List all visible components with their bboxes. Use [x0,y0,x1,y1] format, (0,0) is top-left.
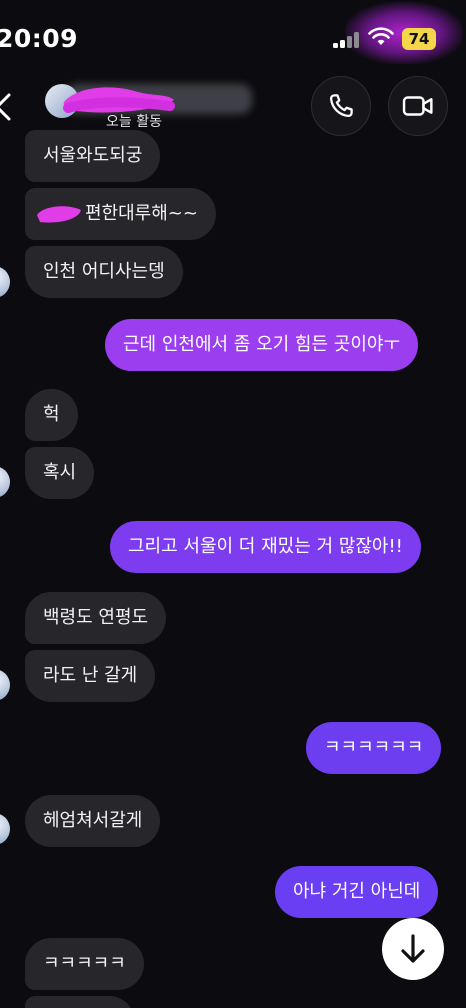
call-button[interactable] [311,76,371,136]
video-call-button[interactable] [388,76,448,136]
arrow-down-icon [401,934,425,963]
message-bubble-incoming[interactable]: 백령도 연평도 [25,592,167,644]
message-bubble-incoming[interactable]: 헉 [25,389,78,441]
signal-icon [333,32,363,48]
redaction-mark [37,206,81,223]
avatar[interactable] [0,266,10,298]
phone-icon [330,94,353,117]
message-bubble-outgoing[interactable]: ㅋㅋㅋㅋㅋㅋ [306,722,442,774]
status-bar: 20:09 74 [0,0,466,70]
message-bubble-incoming[interactable]: 혹시 [25,447,95,499]
battery-indicator: 74 [402,28,436,50]
message-bubble-incoming[interactable]: 인천 어디사는뎅 [25,246,183,298]
avatar[interactable] [0,466,10,498]
message-bubble-outgoing[interactable]: 그리고 서울이 더 재밌는 거 많잖아!! [110,521,421,573]
message-bubble-incoming[interactable]: 헤엄쳐서갈게 [25,795,161,847]
scroll-to-bottom-button[interactable] [382,918,444,980]
back-arrow-icon [0,93,11,121]
message-bubble-incoming-partial[interactable] [25,996,135,1008]
message-bubble-outgoing[interactable]: 아냐 거긴 아닌데 [275,866,439,918]
message-text: 편한대루해~~ [85,203,198,224]
avatar[interactable] [0,669,10,701]
clock: 20:09 [0,24,79,53]
chat-screen: 20:09 74 오늘 활동 서울와도되궁 편한대루해~~ 인천 어디사는뎅 근… [0,0,466,1008]
avatar[interactable] [0,813,10,845]
message-bubble-outgoing[interactable]: 근데 인천에서 좀 오기 힘든 곳이야ㅜ [105,319,419,371]
back-button[interactable] [0,78,28,136]
chat-header: 오늘 활동 [0,70,466,136]
video-camera-icon [402,96,433,116]
message-bubble-incoming[interactable]: ㅋㅋㅋㅋㅋ [25,938,144,990]
message-bubble-incoming[interactable]: 라도 난 갈게 [25,650,156,702]
message-bubble-incoming[interactable]: 서울와도되궁 [25,130,161,182]
wifi-icon [368,27,394,45]
activity-status: 오늘 활동 [106,114,162,130]
